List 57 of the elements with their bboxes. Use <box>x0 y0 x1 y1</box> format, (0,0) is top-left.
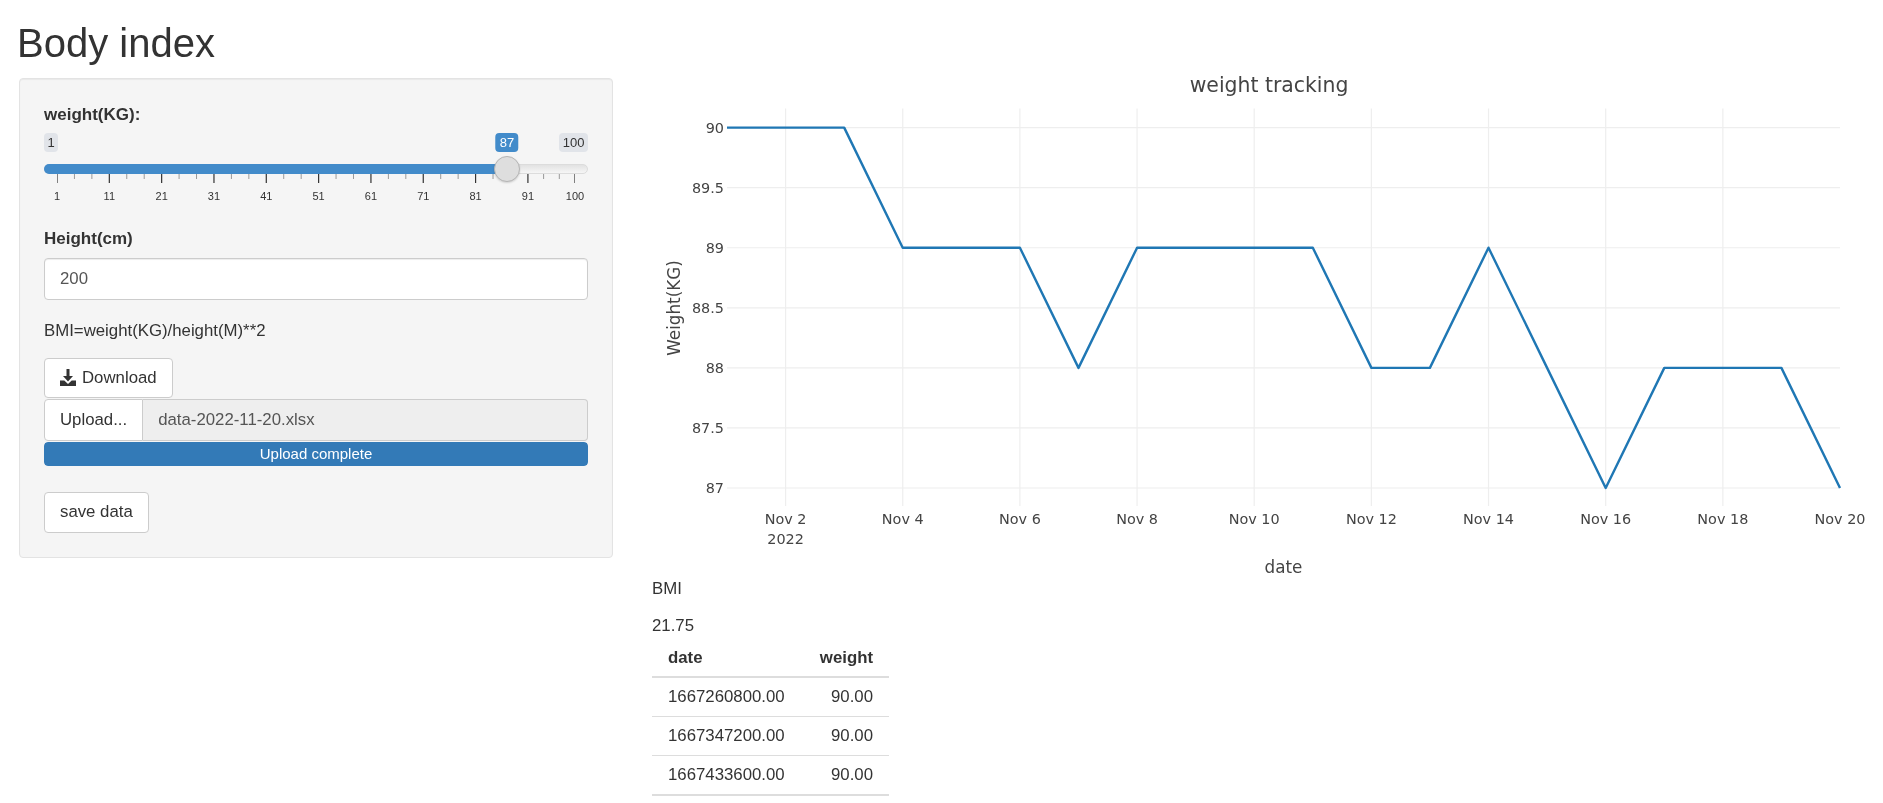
slider-scale-label: 11 <box>103 189 115 203</box>
slider-value-label: 87 <box>495 132 519 152</box>
slider-scale-label: 61 <box>364 189 378 203</box>
x-tick-label: Nov 20 <box>1814 510 1866 527</box>
progress-fill: Upload complete <box>44 442 588 466</box>
x-tick-label: Nov 10 <box>1228 510 1280 527</box>
slider-scale-label: 81 <box>469 189 482 203</box>
y-tick-label: 87.5 <box>691 420 724 437</box>
x-tick-label: Nov 14 <box>1463 510 1514 527</box>
table-cell: 90.00 <box>802 677 889 717</box>
table-cell: 1667260800.00 <box>652 677 803 717</box>
bmi-label: BMI <box>652 578 682 600</box>
slider-scale-label: 21 <box>155 189 168 203</box>
slider-scale-label: 1 <box>53 189 61 203</box>
save-data-button[interactable]: save data <box>44 491 149 533</box>
slider-handle[interactable] <box>494 155 520 182</box>
formula-text: BMI=weight(KG)/height(M)**2 <box>44 319 266 342</box>
slider-scale-label: 51 <box>312 189 325 203</box>
table-cell: 1667433600.00 <box>652 755 803 795</box>
x-axis-title: date <box>1264 557 1303 577</box>
table-cell: 90.00 <box>802 755 889 795</box>
x-tick-label: Nov 18 <box>1697 510 1749 527</box>
y-tick-label: 90 <box>705 119 724 136</box>
slider-scale-label: 100 <box>565 189 585 203</box>
weight-slider[interactable] <box>44 155 588 182</box>
page-title: Body index <box>17 20 215 66</box>
slider-max-label: 100 <box>559 132 588 152</box>
height-input[interactable]: 200 <box>44 258 588 300</box>
column-header: weight <box>802 638 889 677</box>
x-tick-label: Nov 4 <box>881 510 924 527</box>
bmi-value: 21.75 <box>652 615 694 637</box>
slider-scale-label: 91 <box>521 189 535 203</box>
x-tick-label: Nov 16 <box>1580 510 1632 527</box>
y-tick-label: 87 <box>705 480 724 497</box>
download-icon <box>60 369 76 386</box>
x-tick-label: Nov 12 <box>1345 510 1397 527</box>
x-tick-label: Nov 6 <box>999 510 1041 527</box>
slider-scale-label: 41 <box>260 189 273 203</box>
slider-scale-label: 71 <box>417 189 430 203</box>
slider-scale-label: 31 <box>207 189 221 203</box>
table-cell: 90.00 <box>802 716 889 756</box>
upload-button[interactable]: Upload... <box>44 399 144 441</box>
file-name-field[interactable]: data-2022-11-20.xlsx <box>143 399 588 441</box>
y-axis-title: Weight(KG) <box>663 260 684 356</box>
slider-min-label: 1 <box>44 132 59 152</box>
x-tick-label: Nov 2 2022 <box>764 510 807 547</box>
chart-title: weight tracking <box>1189 73 1349 97</box>
y-tick-label: 88 <box>705 360 724 377</box>
y-tick-label: 88.5 <box>691 300 724 316</box>
y-tick-label: 89 <box>705 239 724 256</box>
column-header: date <box>652 638 803 677</box>
y-tick-label: 89.5 <box>691 179 724 196</box>
x-tick-label: Nov 8 <box>1116 510 1158 527</box>
table-cell: 1667347200.00 <box>652 716 803 756</box>
download-button[interactable]: Download <box>44 357 173 398</box>
height-label: Height(cm) <box>44 227 133 250</box>
weight-label: weight(KG): <box>44 103 141 126</box>
